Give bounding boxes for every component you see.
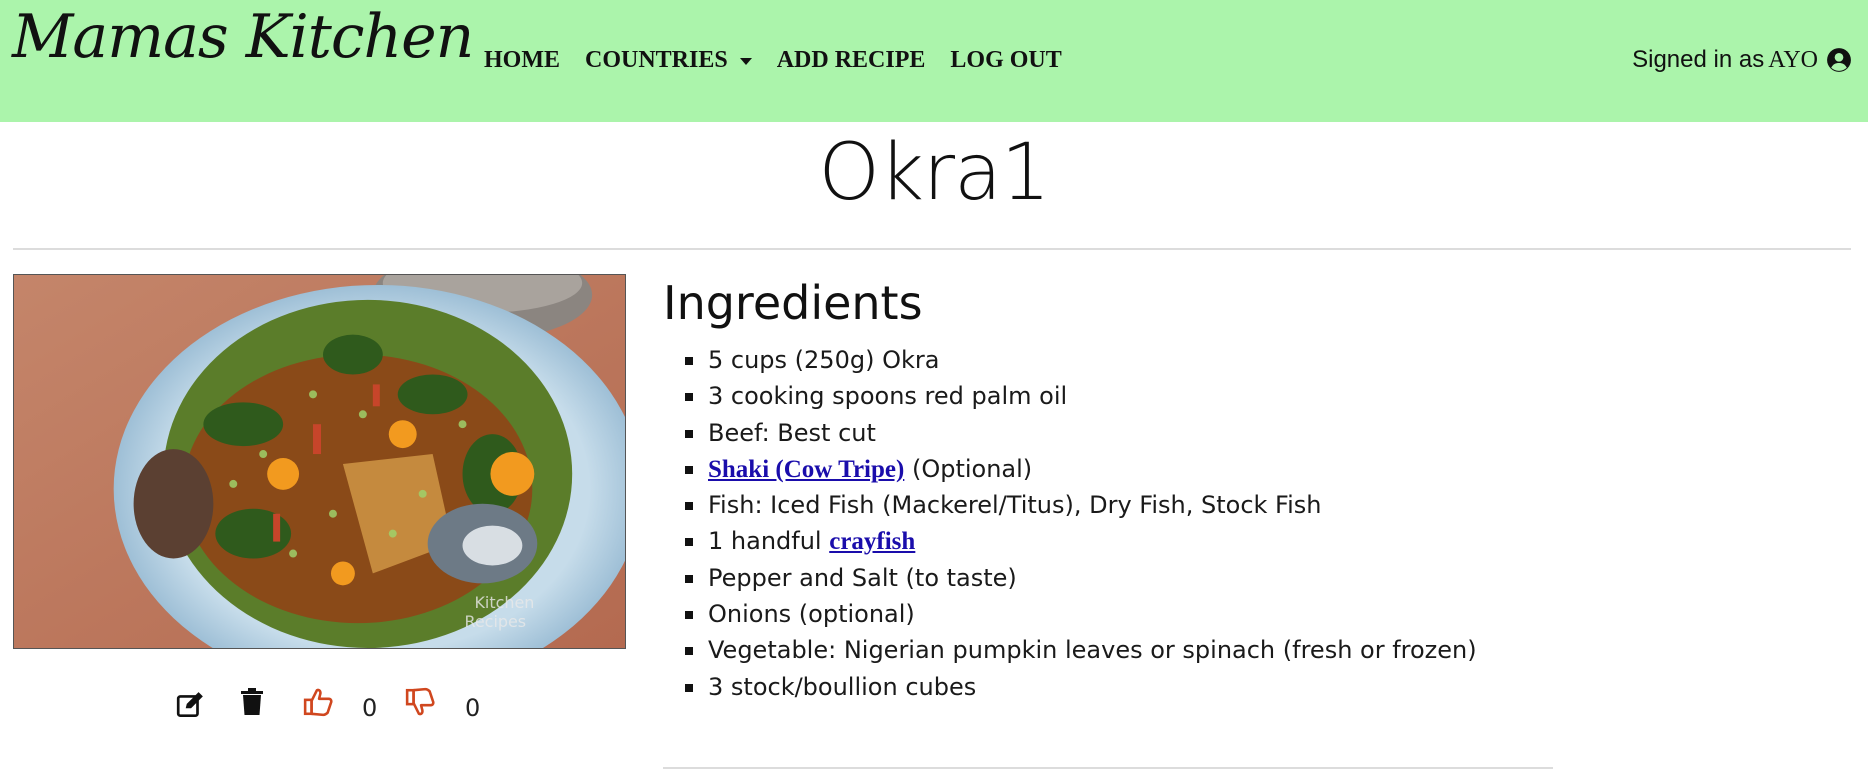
signed-in-status: Signed in as AYO [1632,44,1852,76]
ingredient-text: 3 cooking spoons red palm oil [708,382,1068,411]
thumbs-up-icon[interactable] [303,687,333,717]
list-item: 5 cups (250g) Okra [685,342,1477,378]
ingredient-text: Onions (optional) [708,600,915,629]
list-item: 1 handful crayfish [685,523,1477,559]
svg-text:Recipes: Recipes [465,612,527,631]
edit-icon[interactable] [175,690,205,720]
caret-down-icon [739,57,752,65]
list-item: 3 stock/boullion cubes [685,669,1477,705]
ingredient-text: Pepper and Salt (to taste) [708,563,1017,592]
list-item: Onions (optional) [685,596,1477,632]
nav-log-out[interactable]: LOG OUT [950,47,1061,74]
list-item: Fish: Iced Fish (Mackerel/Titus), Dry Fi… [685,487,1477,523]
list-item: Beef: Best cut [685,415,1477,451]
ingredients-heading: Ingredients [663,276,923,330]
navbar: Mamas Kitchen HOME COUNTRIES ADD RECIPE … [0,0,1868,122]
ingredient-text: Fish: Iced Fish (Mackerel/Titus), Dry Fi… [708,491,1322,520]
ingredient-text: 3 stock/boullion cubes [708,672,977,701]
ingredient-text: 1 handful [708,527,830,556]
svg-text:Kitchen: Kitchen [474,593,534,612]
list-item: Pepper and Salt (to taste) [685,560,1477,596]
divider [13,248,1851,250]
list-item: 3 cooking spoons red palm oil [685,378,1477,414]
trash-icon[interactable] [240,688,264,716]
nav-add-recipe[interactable]: ADD RECIPE [777,47,926,74]
likes-count: 0 [362,694,378,722]
signed-in-label: Signed in as [1632,46,1765,73]
nav-countries-dropdown[interactable]: COUNTRIES [585,47,752,74]
ingredients-list: 5 cups (250g) Okra 3 cooking spoons red … [685,342,1477,705]
list-item: Vegetable: Nigerian pumpkin leaves or sp… [685,632,1477,668]
dislikes-count: 0 [465,694,481,722]
recipe-actions: 0 0 [13,687,626,730]
divider [663,767,1553,769]
ingredient-link-crayfish[interactable]: crayfish [829,528,915,555]
thumbs-down-icon[interactable] [405,687,435,717]
ingredient-text: Beef: Best cut [708,418,876,447]
recipe-image: Kitchen Recipes [13,274,626,649]
signed-in-username: AYO [1768,46,1818,73]
nav-countries-label: COUNTRIES [585,46,728,73]
ingredient-link-shaki[interactable]: Shaki (Cow Tripe) [708,456,904,483]
ingredient-text: (Optional) [904,454,1033,483]
brand-logo[interactable]: Mamas Kitchen [12,2,474,72]
ingredient-text: 5 cups (250g) Okra [708,346,940,374]
list-item: Shaki (Cow Tripe) (Optional) [685,451,1477,487]
recipe-title: Okra1 [818,128,1050,218]
nav-home[interactable]: HOME [484,47,560,74]
user-circle-icon[interactable] [1826,47,1852,73]
main-nav: HOME COUNTRIES ADD RECIPE LOG OUT [484,44,1087,76]
ingredient-text: Vegetable: Nigerian pumpkin leaves or sp… [708,636,1477,665]
